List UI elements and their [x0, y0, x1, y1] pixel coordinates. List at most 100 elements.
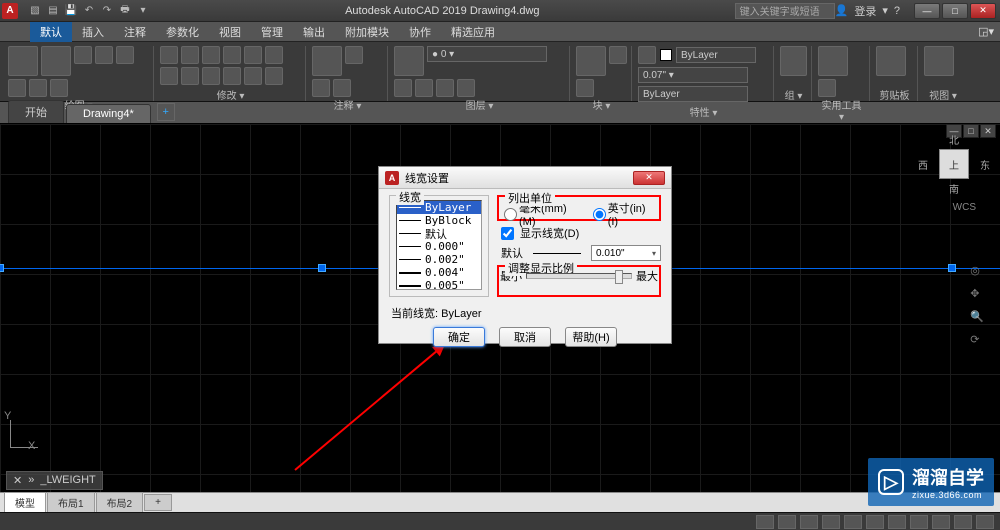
rectangle-tool-icon[interactable] [116, 46, 134, 64]
lw-item-004[interactable]: 0.004" [397, 266, 481, 279]
tab-annotate[interactable]: 注释 [114, 22, 156, 42]
color-swatch-icon[interactable] [660, 49, 672, 61]
tab-model[interactable]: 模型 [4, 492, 46, 513]
radio-in[interactable]: 英寸(in)(I) [593, 200, 654, 228]
match-props-icon[interactable] [638, 46, 656, 64]
panel-blocks-label[interactable]: 块 ▾ [576, 97, 627, 111]
panel-layers-label[interactable]: 图层 ▾ [394, 97, 565, 111]
help-search[interactable]: 键入关键字或短语 [735, 3, 835, 19]
tab-drawing4[interactable]: Drawing4* [66, 104, 151, 123]
qat-open-icon[interactable]: ▤ [46, 4, 60, 18]
viewcube-north[interactable]: 北 [949, 132, 959, 147]
copy-tool-icon[interactable] [244, 46, 262, 64]
tab-featured[interactable]: 精选应用 [441, 22, 505, 42]
base-view-icon[interactable] [924, 46, 954, 76]
status-workspace-icon[interactable] [954, 515, 972, 529]
array-tool-icon[interactable] [244, 67, 262, 85]
scale-slider[interactable] [526, 273, 632, 279]
dim-tool-icon[interactable] [345, 46, 363, 64]
status-ortho-icon[interactable] [822, 515, 840, 529]
panel-annotate-label[interactable]: 注释 ▾ [312, 97, 383, 111]
panel-clip-label[interactable]: 剪贴板 [876, 87, 913, 101]
maximize-button[interactable]: □ [942, 3, 968, 19]
viewcube-west[interactable]: 西 [918, 157, 928, 172]
spline-tool-icon[interactable] [50, 79, 68, 97]
erase-tool-icon[interactable] [223, 46, 241, 64]
qat-print-icon[interactable]: 🖶 [118, 4, 132, 18]
cancel-button[interactable]: 取消 [499, 327, 551, 347]
tab-addins[interactable]: 附加模块 [335, 22, 399, 42]
ribbon-collapse-icon[interactable]: ◲▾ [968, 23, 1000, 40]
offset-tool-icon[interactable] [265, 67, 283, 85]
status-model-button[interactable] [756, 515, 774, 529]
hatch-tool-icon[interactable] [8, 79, 26, 97]
tab-manage[interactable]: 管理 [251, 22, 293, 42]
table-tool-icon[interactable] [333, 79, 351, 97]
layer-dropdown[interactable]: ● 0 ▾ [427, 46, 547, 62]
scale-tool-icon[interactable] [223, 67, 241, 85]
close-button[interactable]: ✕ [970, 3, 996, 19]
line-grip-end[interactable] [948, 264, 956, 272]
create-block-icon[interactable] [609, 46, 627, 64]
status-osnap-icon[interactable] [866, 515, 884, 529]
layer-off-icon[interactable] [394, 79, 412, 97]
status-snap-icon[interactable] [800, 515, 818, 529]
layer-freeze-icon[interactable] [415, 79, 433, 97]
panel-utils-label[interactable]: 实用工具 ▾ [818, 97, 865, 111]
app-icon[interactable]: A [2, 3, 18, 19]
insert-block-icon[interactable] [576, 46, 606, 76]
tab-default[interactable]: 默认 [30, 22, 72, 42]
command-line[interactable]: ✕ » _LWEIGHT [6, 471, 103, 490]
qat-more-icon[interactable]: ▾ [136, 4, 150, 18]
help-icon[interactable]: ? [894, 5, 900, 17]
viewcube-top[interactable]: 上 [939, 149, 969, 179]
login-link[interactable]: 登录 [854, 3, 876, 19]
edit-block-icon[interactable] [576, 79, 594, 97]
tab-layout2[interactable]: 布局2 [96, 492, 144, 513]
user-icon[interactable]: 👤 [835, 4, 849, 17]
lineweight-list[interactable]: ByLayer ByBlock 默认 0.000" 0.002" 0.004" … [396, 200, 482, 290]
tab-layout1[interactable]: 布局1 [47, 492, 95, 513]
lw-item-default[interactable]: 默认 [397, 227, 481, 240]
group-icon[interactable] [780, 46, 807, 76]
panel-group-label[interactable]: 组 ▾ [780, 87, 807, 101]
tab-parametric[interactable]: 参数化 [156, 22, 209, 42]
leader-tool-icon[interactable] [312, 79, 330, 97]
line-grip-start[interactable] [0, 264, 4, 272]
text-tool-icon[interactable] [312, 46, 342, 76]
lw-item-0[interactable]: 0.000" [397, 240, 481, 253]
line-tool-icon[interactable] [8, 46, 38, 76]
fillet-tool-icon[interactable] [160, 67, 178, 85]
tab-view[interactable]: 视图 [209, 22, 251, 42]
qat-undo-icon[interactable]: ↶ [82, 4, 96, 18]
tab-collab[interactable]: 协作 [399, 22, 441, 42]
viewcube-south[interactable]: 南 [949, 181, 959, 196]
navbar-wheel-icon[interactable]: ◎ [970, 264, 984, 277]
viewcube[interactable]: 北 南 西 东 上 [926, 136, 982, 192]
navbar-pan-icon[interactable]: ✥ [970, 287, 984, 300]
line-grip-mid[interactable] [318, 264, 326, 272]
ellipse-tool-icon[interactable] [29, 79, 47, 97]
tab-start[interactable]: 开始 [8, 100, 64, 123]
navbar-orbit-icon[interactable]: ⟳ [970, 333, 984, 346]
navbar-zoom-icon[interactable]: 🔍 [970, 310, 984, 323]
panel-properties-label[interactable]: 特性 ▾ [638, 104, 769, 118]
panel-modify-label[interactable]: 修改 ▾ [160, 87, 301, 101]
layer-lock-icon[interactable] [436, 79, 454, 97]
status-grid-icon[interactable] [778, 515, 796, 529]
color-dropdown[interactable]: ByLayer [676, 47, 756, 63]
polyline-tool-icon[interactable] [41, 46, 71, 76]
qat-redo-icon[interactable]: ↷ [100, 4, 114, 18]
new-tab-button[interactable]: + [157, 103, 175, 121]
ok-button[interactable]: 确定 [433, 327, 485, 347]
linetype-dropdown[interactable]: ByLayer [638, 86, 748, 102]
rotate-tool-icon[interactable] [181, 46, 199, 64]
layer-match-icon[interactable] [457, 79, 475, 97]
dialog-close-button[interactable]: ✕ [633, 171, 665, 185]
viewcube-east[interactable]: 东 [980, 157, 990, 172]
arc-tool-icon[interactable] [95, 46, 113, 64]
dialog-titlebar[interactable]: A 线宽设置 ✕ [379, 167, 671, 189]
status-custom-icon[interactable] [976, 515, 994, 529]
qat-new-icon[interactable]: ▧ [28, 4, 42, 18]
tab-insert[interactable]: 插入 [72, 22, 114, 42]
